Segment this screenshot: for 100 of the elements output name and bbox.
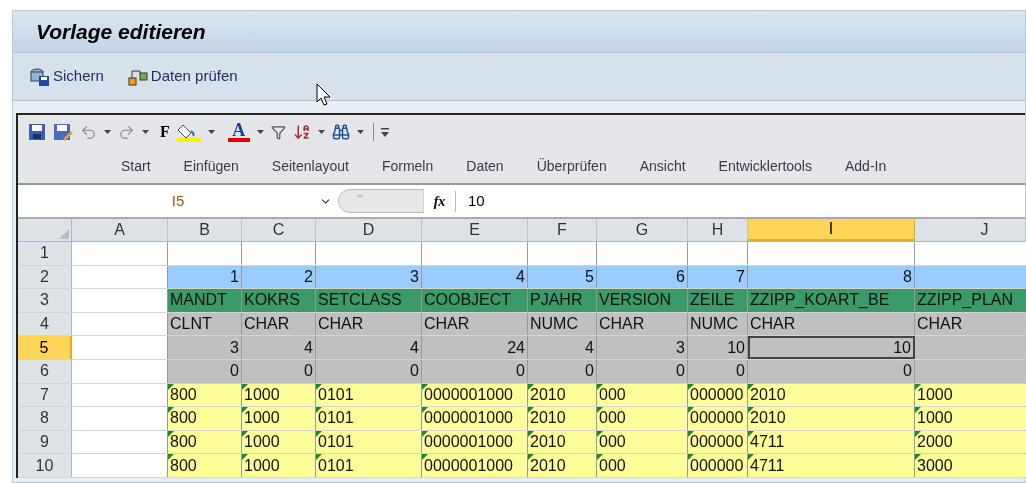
table-cell: 1000 xyxy=(915,407,1026,430)
ribbon-tab[interactable]: Start xyxy=(121,155,151,177)
column-header[interactable]: F xyxy=(528,219,597,241)
connected-nodes-icon xyxy=(127,67,148,86)
table-cell: 0101 xyxy=(316,454,422,477)
caret-icon[interactable] xyxy=(256,130,264,134)
table-cell: 0000001000 xyxy=(422,383,528,407)
save-button[interactable]: Sichern xyxy=(30,65,104,88)
check-data-button[interactable]: Daten prüfen xyxy=(127,65,238,88)
table-cell: CHAR xyxy=(915,312,1026,336)
table-cell: 8 xyxy=(748,265,915,289)
ribbon-tab[interactable]: Formeln xyxy=(381,155,434,177)
table-cell: CHAR xyxy=(748,312,915,336)
bold-button[interactable]: F xyxy=(160,120,170,144)
table-cell: 3 xyxy=(597,336,688,359)
mouse-cursor-icon xyxy=(316,83,332,107)
row-header[interactable]: 9 xyxy=(18,430,72,454)
table-cell: 000 xyxy=(597,383,688,407)
table-cell: NUMC xyxy=(688,312,748,336)
table-cell: 0 xyxy=(748,359,915,383)
table-cell: CHAR xyxy=(242,312,316,336)
table-cell: ZZIPP_PLAN xyxy=(915,289,1026,312)
ribbon-tab[interactable]: Add-In xyxy=(845,155,887,177)
fill-color-icon[interactable] xyxy=(176,122,201,142)
table-cell: 800 xyxy=(168,407,242,430)
table-cell: 4 xyxy=(528,336,597,359)
ribbon-tab[interactable]: Ansicht xyxy=(639,155,686,177)
binoculars-icon[interactable] xyxy=(331,123,350,141)
table-cell: 2010 xyxy=(528,407,597,430)
ribbon-tab[interactable]: Seitenlayout xyxy=(271,155,349,177)
table-cell: 0 xyxy=(597,359,688,383)
table-cell: 800 xyxy=(168,383,242,407)
window-title: Vorlage editieren xyxy=(36,18,206,45)
table-cell: 0101 xyxy=(316,430,422,454)
column-header[interactable]: I xyxy=(748,219,915,241)
function-button[interactable]: fx xyxy=(424,190,456,212)
table-cell: 0000001000 xyxy=(422,407,528,430)
row-header[interactable]: 1 xyxy=(18,242,72,265)
table-cell: CHAR xyxy=(316,312,422,336)
row-header[interactable]: 8 xyxy=(18,407,72,430)
column-header[interactable]: E xyxy=(422,219,528,241)
table-cell: 1000 xyxy=(242,454,316,477)
table-cell: 000 xyxy=(597,430,688,454)
row-header[interactable]: 6 xyxy=(18,359,72,383)
table-cell: 10 xyxy=(688,336,748,359)
caret-icon[interactable] xyxy=(142,130,149,134)
table-cell: SETCLASS xyxy=(316,289,422,312)
filter-icon[interactable] xyxy=(270,124,286,140)
save-as-icon[interactable] xyxy=(53,123,73,141)
ribbon-tab[interactable]: Überprüfen xyxy=(536,155,607,177)
row-header[interactable]: 2 xyxy=(18,265,72,289)
column-header[interactable]: A xyxy=(72,219,168,241)
table-cell: 1 xyxy=(168,265,242,289)
caret-icon[interactable] xyxy=(356,130,364,134)
table-cell: 3 xyxy=(316,265,422,289)
table-cell: 4 xyxy=(242,336,316,359)
ribbon-tab[interactable]: Einfügen xyxy=(183,155,239,177)
table-cell: 4711 xyxy=(748,430,915,454)
caret-icon[interactable] xyxy=(207,130,215,134)
table-cell: 4711 xyxy=(748,454,915,477)
column-header[interactable]: C xyxy=(242,219,316,241)
table-cell: 6 xyxy=(597,265,688,289)
table-cell: 0 xyxy=(688,359,748,383)
column-header[interactable]: J xyxy=(915,219,1026,241)
table-cell: 0101 xyxy=(316,383,422,407)
row-header[interactable]: 10 xyxy=(18,454,72,477)
name-box[interactable]: I5 xyxy=(18,185,338,217)
table-cell: 0000001000 xyxy=(422,454,528,477)
table-cell: 0101 xyxy=(316,407,422,430)
column-header[interactable]: D xyxy=(316,219,422,241)
resize-handle-icon[interactable] xyxy=(338,189,424,213)
table-cell: KOKRS xyxy=(242,289,316,312)
formula-field[interactable]: 10 xyxy=(468,189,485,213)
ribbon-tab[interactable]: Entwicklertools xyxy=(718,155,812,177)
table-cell: 0 xyxy=(422,359,528,383)
ribbon-tab[interactable]: Daten xyxy=(466,155,504,177)
caret-icon[interactable] xyxy=(104,130,111,134)
table-cell: VERSION xyxy=(597,289,688,312)
table-cell: 000 xyxy=(597,407,688,430)
column-header[interactable]: B xyxy=(168,219,242,241)
table-cell: 1000 xyxy=(242,407,316,430)
row-header[interactable]: 3 xyxy=(18,289,72,312)
font-color-button[interactable]: A xyxy=(227,122,250,142)
database-save-icon xyxy=(30,67,50,86)
column-header[interactable]: G xyxy=(597,219,688,241)
table-cell: 2 xyxy=(242,265,316,289)
table-cell: 2010 xyxy=(528,383,597,407)
table-cell: 000000 xyxy=(688,430,748,454)
sort-icon[interactable] xyxy=(292,123,311,141)
caret-icon[interactable] xyxy=(317,130,325,134)
customize-toolbar-icon[interactable] xyxy=(380,127,389,137)
table-cell: 2000 xyxy=(915,430,1026,454)
row-header[interactable]: 4 xyxy=(18,312,72,336)
table-cell: 000000 xyxy=(688,454,748,477)
table-cell: 7 xyxy=(688,265,748,289)
row-header[interactable]: 7 xyxy=(18,383,72,407)
corner-triangle-icon xyxy=(59,229,69,239)
table-cell: 0000001000 xyxy=(422,430,528,454)
row-header[interactable]: 5 xyxy=(18,336,72,359)
table-cell: 800 xyxy=(168,430,242,454)
